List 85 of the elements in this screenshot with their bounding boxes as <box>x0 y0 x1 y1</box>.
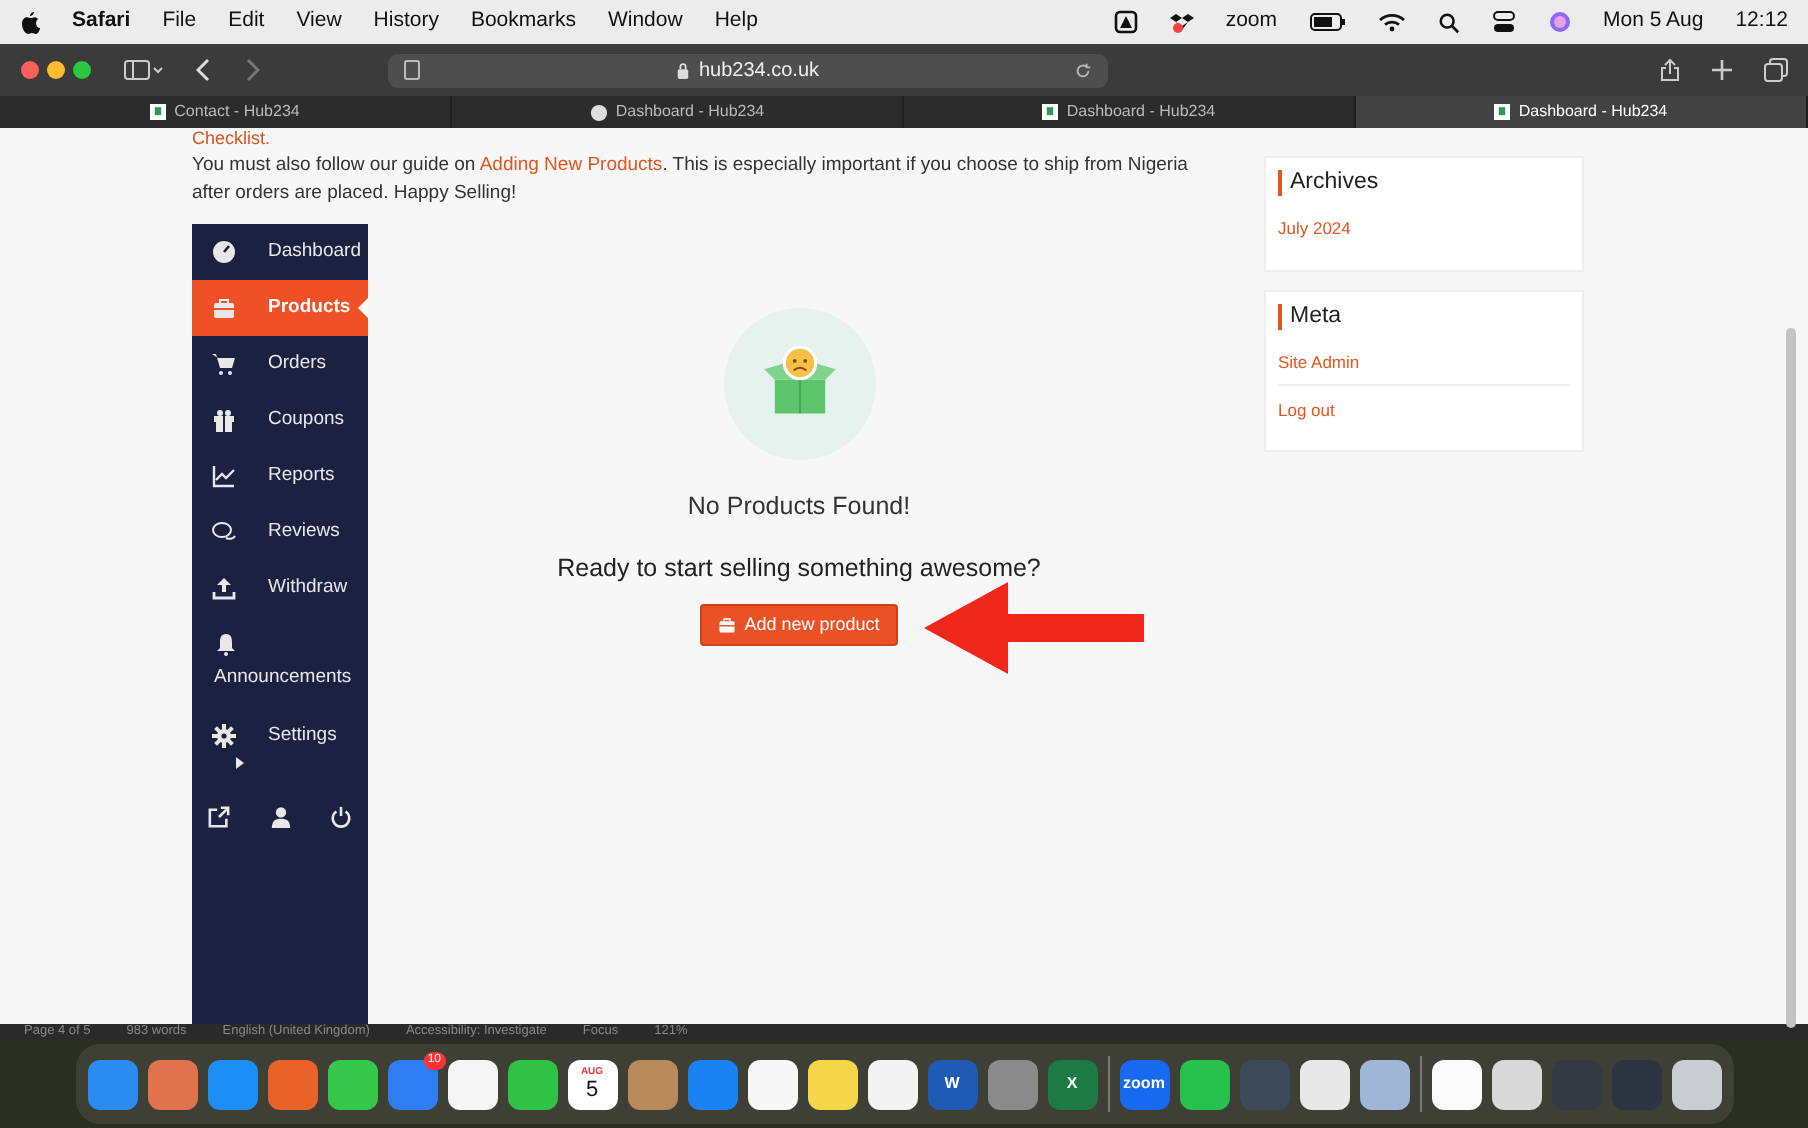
app-icon[interactable] <box>1179 1059 1229 1109</box>
back-icon[interactable] <box>196 58 212 82</box>
briefcase-icon <box>718 615 737 634</box>
new-tab-icon[interactable] <box>1712 60 1732 80</box>
app-icon[interactable] <box>1359 1059 1409 1109</box>
app-icon[interactable] <box>447 1059 497 1109</box>
address-bar[interactable]: hub234.co.uk <box>388 53 1108 87</box>
widget-title: Meta <box>1278 303 1570 330</box>
cart-icon <box>212 352 236 376</box>
menu-item[interactable]: Edit <box>228 6 265 38</box>
clock-time: 12:12 <box>1735 6 1788 37</box>
forward-icon[interactable] <box>244 58 260 82</box>
app-icon[interactable] <box>867 1059 917 1109</box>
status-icon[interactable] <box>1113 10 1138 34</box>
app-icon[interactable] <box>1299 1059 1349 1109</box>
sidebar-icon[interactable] <box>124 60 164 80</box>
app-icon[interactable] <box>807 1059 857 1109</box>
guide-link[interactable]: Adding New Products <box>479 154 663 176</box>
apple-icon[interactable] <box>20 10 40 34</box>
app-icon[interactable] <box>1431 1059 1481 1109</box>
sidebar-item[interactable]: Announcements <box>192 616 368 708</box>
power-icon[interactable] <box>330 806 352 828</box>
siri-icon[interactable] <box>1547 10 1572 34</box>
status-label[interactable]: zoom <box>1225 6 1278 38</box>
reload-icon[interactable] <box>1074 61 1092 79</box>
page-icon <box>404 60 420 80</box>
clock-date: Mon 5 Aug <box>1603 6 1704 37</box>
menu-item[interactable]: File <box>162 6 197 38</box>
empty-state-message: Ready to start selling something awesome? <box>557 551 1041 586</box>
widget-title: Archives <box>1278 170 1570 196</box>
wordpress-icon <box>589 103 608 121</box>
empty-state-title: No Products Found! <box>687 490 911 524</box>
share-icon[interactable] <box>1660 58 1680 82</box>
scrollbar[interactable] <box>1786 328 1796 1028</box>
app-icon[interactable] <box>1671 1059 1721 1109</box>
sidebar-item[interactable]: Coupons <box>192 392 368 448</box>
site-favicon <box>1494 104 1511 120</box>
external-link-icon[interactable] <box>208 806 230 828</box>
wifi-icon[interactable] <box>1377 12 1406 32</box>
sidebar-item[interactable]: Settings <box>192 708 368 764</box>
sidebar-item[interactable]: Dashboard <box>192 224 368 280</box>
app-icon[interactable]: zoom <box>1119 1059 1169 1109</box>
briefcase-icon <box>212 296 236 320</box>
sidebar-item[interactable]: Reviews <box>192 504 368 560</box>
menu-item[interactable]: History <box>373 6 439 38</box>
gear-icon <box>212 724 236 748</box>
chart-icon <box>212 464 236 488</box>
upload-icon <box>212 576 236 600</box>
search-icon[interactable] <box>1437 11 1460 33</box>
battery-icon[interactable] <box>1309 12 1346 32</box>
bell-icon <box>214 631 238 656</box>
speech-bubbles-icon <box>212 520 236 544</box>
app-icon[interactable] <box>1491 1059 1541 1109</box>
lock-icon <box>676 61 691 79</box>
sidebar-item[interactable]: Orders <box>192 336 368 392</box>
gift-icon <box>212 408 236 432</box>
widget-link[interactable]: Site Admin <box>1278 337 1570 385</box>
gauge-icon <box>212 240 236 264</box>
notice-text: You must also follow our guide on Adding New Products. This is especially important if you choose to ship from Nigeria after orders are placed. Happy Selling! <box>192 152 1190 208</box>
tabs-overview-icon[interactable] <box>1764 58 1788 82</box>
site-favicon <box>1042 104 1059 120</box>
menu-item[interactable]: Window <box>607 6 683 38</box>
menu-item[interactable]: Bookmarks <box>470 6 576 38</box>
site-favicon <box>150 104 167 120</box>
add-product-button[interactable]: Add new product <box>700 603 898 646</box>
dropbox-icon[interactable] <box>1169 10 1194 34</box>
app-icon[interactable] <box>507 1059 557 1109</box>
browser-tab[interactable]: Dashboard - Hub234 <box>1356 96 1808 128</box>
app-icon[interactable] <box>747 1059 797 1109</box>
menu-item[interactable]: View <box>296 6 342 38</box>
widget-link[interactable]: July 2024 <box>1278 204 1570 250</box>
sidebar-item[interactable]: Withdraw <box>192 560 368 616</box>
sidebar-item[interactable]: Products <box>192 280 368 336</box>
app-icon[interactable]: X <box>1047 1059 1097 1109</box>
app-name[interactable]: Safari <box>72 6 131 38</box>
app-icon[interactable]: W <box>927 1059 977 1109</box>
widget-link[interactable]: Log out <box>1278 385 1570 431</box>
app-icon[interactable] <box>327 1059 377 1109</box>
sidebar-item[interactable]: Reports <box>192 448 368 504</box>
window-controls-icon[interactable] <box>20 60 92 80</box>
checklist-link[interactable]: Checklist. <box>192 128 1230 148</box>
caret-icon[interactable] <box>236 756 244 770</box>
control-center-icon[interactable] <box>1491 10 1516 34</box>
user-icon[interactable] <box>269 806 291 828</box>
menu-item[interactable]: Help <box>714 6 758 38</box>
